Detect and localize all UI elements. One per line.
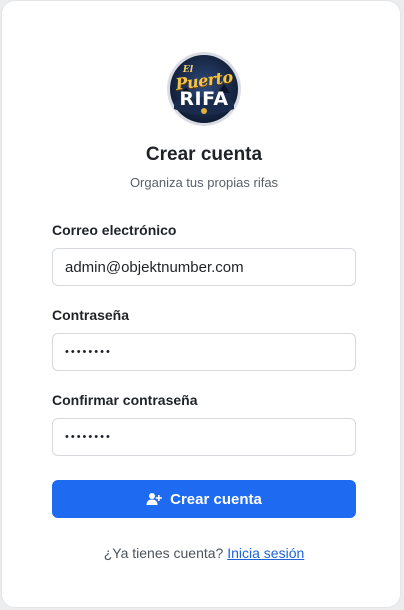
- user-plus-icon: [146, 492, 162, 506]
- email-label: Correo electrónico: [52, 222, 177, 238]
- login-prompt-text: ¿Ya tienes cuenta?: [103, 545, 224, 561]
- password-field[interactable]: [52, 333, 356, 371]
- create-account-button[interactable]: Crear cuenta: [52, 480, 356, 518]
- login-prompt: ¿Ya tienes cuenta? Inicia sesión: [2, 545, 404, 561]
- email-field[interactable]: [52, 248, 356, 286]
- el-puerto-rifa-logo: El Puerto RIFA: [166, 51, 242, 127]
- page-subtitle: Organiza tus propias rifas: [129, 175, 279, 190]
- signup-card: El Puerto RIFA Crear cuenta Organiza tus…: [1, 0, 401, 608]
- logo-word-rifa: RIFA: [179, 88, 229, 110]
- page-title: Crear cuenta: [145, 144, 263, 165]
- login-link[interactable]: Inicia sesión: [227, 545, 304, 561]
- create-account-button-label: Crear cuenta: [170, 490, 262, 508]
- confirm-password-label: Confirmar contraseña: [52, 392, 198, 408]
- confirm-password-field[interactable]: [52, 418, 356, 456]
- password-label: Contraseña: [52, 307, 130, 323]
